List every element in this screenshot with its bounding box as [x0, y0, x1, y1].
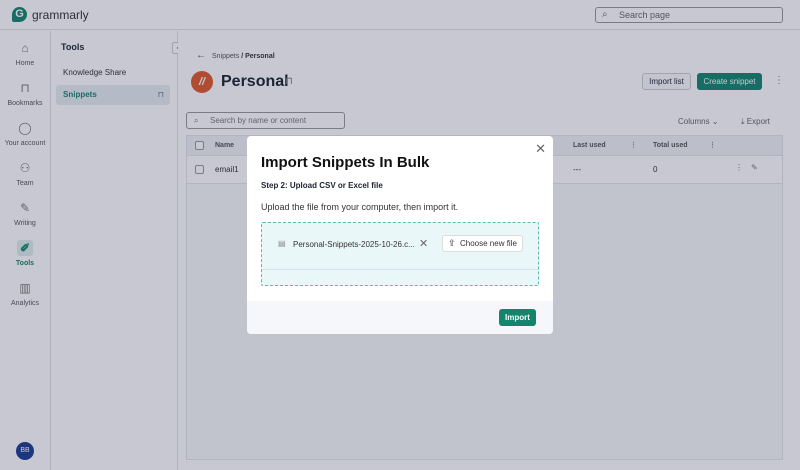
import-button[interactable]: Import [499, 309, 536, 326]
modal-footer: Import [247, 301, 553, 334]
close-icon[interactable]: ✕ [535, 141, 546, 157]
upload-icon: ⇪ [448, 238, 456, 248]
choose-label: Choose new file [460, 239, 517, 248]
modal-step: Step 2: Upload CSV or Excel file [261, 181, 383, 190]
modal-title: Import Snippets In Bulk [261, 154, 430, 171]
choose-new-file-button[interactable]: ⇪ Choose new file [442, 235, 523, 252]
divider [262, 269, 538, 270]
remove-file-icon[interactable]: ✕ [419, 237, 428, 250]
file-icon: ▤ [278, 239, 286, 248]
file-drop-zone[interactable]: ▤ Personal-Snippets-2025-10-26.c... ✕ ⇪ C… [261, 222, 539, 286]
file-name: Personal-Snippets-2025-10-26.c... [293, 240, 415, 249]
import-modal: ✕ Import Snippets In Bulk Step 2: Upload… [247, 136, 553, 334]
modal-description: Upload the file from your computer, then… [261, 202, 459, 212]
